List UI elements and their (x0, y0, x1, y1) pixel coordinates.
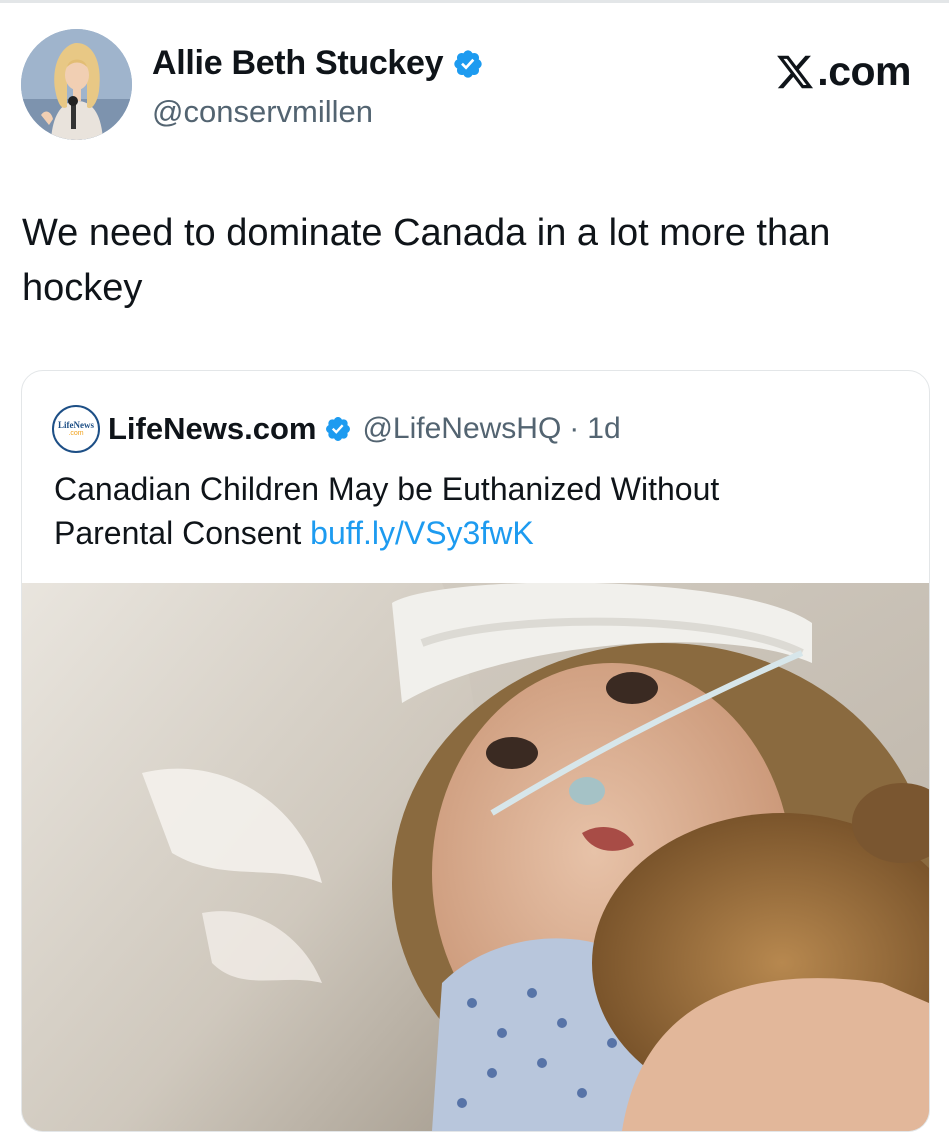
quoted-timestamp[interactable]: 1d (587, 412, 620, 446)
quoted-author-name[interactable]: LifeNews.com (108, 411, 316, 447)
tweet-text-line-1: We need to dominate Canada in a lot more… (22, 212, 831, 254)
quoted-link[interactable]: buff.ly/VSy3fwK (310, 515, 534, 551)
logo-text-top: LifeNews (58, 420, 94, 430)
author-handle[interactable]: @conservmillen (152, 94, 373, 130)
avatar[interactable] (21, 29, 132, 140)
quoted-tweet-image[interactable] (22, 583, 929, 1131)
quoted-text-line-2: Parental Consent buff.ly/VSy3fwK (54, 511, 914, 555)
avatar-photo (21, 29, 132, 140)
author-name-row[interactable]: Allie Beth Stuckey (152, 44, 484, 83)
quoted-text-line-1: Canadian Children May be Euthanized With… (54, 471, 720, 507)
quoted-author-handle[interactable]: @LifeNewsHQ (362, 412, 561, 446)
verified-badge-icon (454, 49, 482, 78)
quoted-text-prefix: Parental Consent (54, 515, 311, 551)
site-badge-label: .com (817, 48, 911, 94)
separator-dot: · (569, 412, 580, 445)
hospital-child-photo (22, 583, 929, 1131)
lifenews-logo-icon[interactable]: LifeNews .com (52, 405, 100, 453)
logo-text-bottom: .com (68, 430, 84, 437)
x-logo-icon (777, 55, 814, 88)
quoted-tweet-header: LifeNews .com LifeNews.com @LifeNewsHQ ·… (52, 405, 621, 453)
verified-badge-icon (326, 417, 351, 441)
quoted-tweet-card[interactable]: LifeNews .com LifeNews.com @LifeNewsHQ ·… (21, 370, 930, 1132)
quoted-tweet-text: Canadian Children May be Euthanized With… (54, 467, 914, 555)
top-divider (0, 0, 949, 3)
author-display-name[interactable]: Allie Beth Stuckey (152, 44, 444, 83)
tweet-text-line-2: hockey (22, 267, 143, 309)
tweet-text: We need to dominate Canada in a lot more… (22, 206, 932, 316)
site-badge: .com (775, 48, 911, 95)
